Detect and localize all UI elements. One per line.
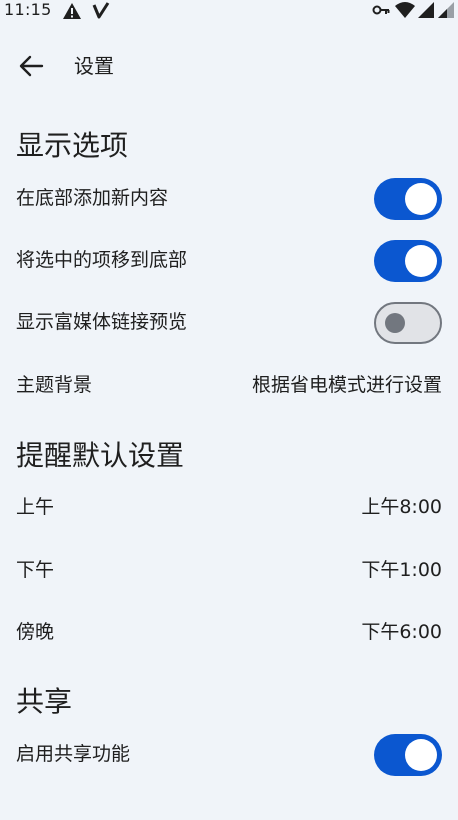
setting-label: 启用共享功能 (16, 743, 131, 765)
switch-thumb (405, 739, 437, 771)
add-at-bottom-switch[interactable] (374, 178, 442, 220)
page-title: 设置 (74, 54, 114, 78)
switch-thumb (405, 183, 437, 215)
setting-reminder-afternoon[interactable]: 下午 下午1:00 (0, 545, 458, 595)
back-arrow-icon[interactable] (16, 52, 48, 80)
setting-rich-link-preview[interactable]: 显示富媒体链接预览 (0, 297, 458, 347)
move-checked-switch[interactable] (374, 240, 442, 282)
setting-label: 主题背景 (16, 374, 93, 396)
section-header-reminder: 提醒默认设置 (16, 439, 185, 472)
wifi-icon (395, 2, 415, 18)
status-bar: 11:15 (0, 0, 458, 22)
section-header-sharing: 共享 (16, 685, 73, 718)
setting-move-checked[interactable]: 将选中的项移到底部 (0, 235, 458, 285)
cell-signal-icon (418, 2, 434, 18)
setting-value: 上午8:00 (361, 496, 442, 518)
setting-value: 下午1:00 (361, 559, 442, 581)
enable-sharing-switch[interactable] (374, 734, 442, 776)
setting-reminder-evening[interactable]: 傍晚 下午6:00 (0, 607, 458, 657)
top-app-bar: 设置 (0, 40, 458, 92)
setting-theme[interactable]: 主题背景 根据省电模式进行设置 (0, 360, 458, 410)
warning-icon (63, 3, 81, 19)
setting-enable-sharing[interactable]: 启用共享功能 (0, 729, 458, 779)
setting-label: 上午 (16, 496, 55, 518)
status-time: 11:15 (4, 0, 52, 19)
vpn-key-icon (372, 5, 390, 15)
setting-label: 下午 (16, 559, 55, 581)
setting-label: 将选中的项移到底部 (16, 249, 188, 271)
setting-add-at-bottom[interactable]: 在底部添加新内容 (0, 173, 458, 223)
setting-value: 下午6:00 (361, 621, 442, 643)
battery-icon (438, 2, 454, 18)
setting-label: 显示富媒体链接预览 (16, 311, 188, 333)
switch-thumb (405, 245, 437, 277)
check-signature-icon (92, 2, 110, 19)
section-header-display: 显示选项 (16, 129, 129, 162)
setting-value: 根据省电模式进行设置 (251, 374, 442, 396)
setting-label: 傍晚 (16, 621, 55, 643)
switch-thumb (385, 313, 405, 333)
rich-link-preview-switch[interactable] (374, 302, 442, 344)
setting-label: 在底部添加新内容 (16, 187, 169, 209)
setting-reminder-morning[interactable]: 上午 上午8:00 (0, 482, 458, 532)
